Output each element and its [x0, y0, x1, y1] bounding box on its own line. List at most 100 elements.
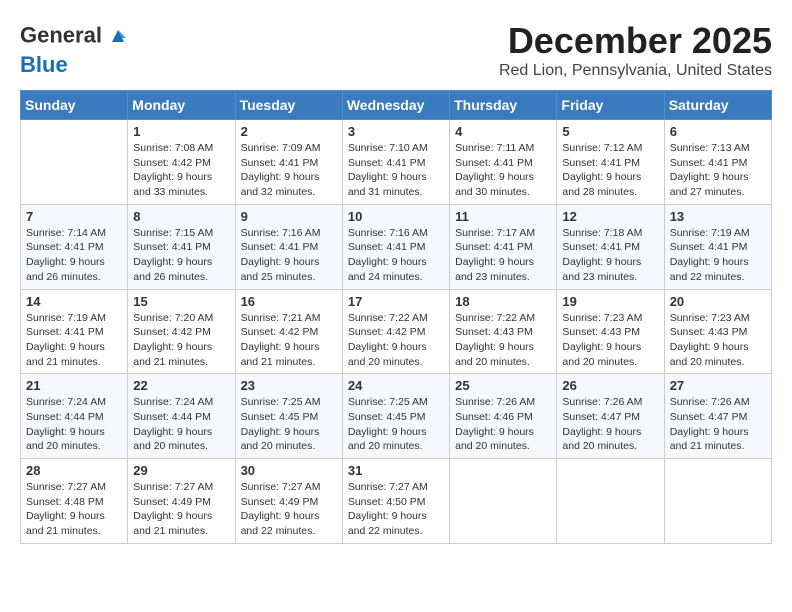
- day-number: 30: [241, 463, 337, 478]
- logo-blue: Blue: [20, 52, 68, 77]
- cell-content: Sunrise: 7:10 AMSunset: 4:41 PMDaylight:…: [348, 141, 444, 200]
- title-block: December 2025 Red Lion, Pennsylvania, Un…: [499, 20, 772, 80]
- page-header: General Blue December 2025 Red Lion, Pen…: [20, 20, 772, 80]
- weekday-header: Tuesday: [235, 91, 342, 120]
- calendar-cell: 14 Sunrise: 7:19 AMSunset: 4:41 PMDayligh…: [21, 289, 128, 374]
- cell-content: Sunrise: 7:24 AMSunset: 4:44 PMDaylight:…: [26, 395, 122, 454]
- day-number: 14: [26, 294, 122, 309]
- logo-general: General: [20, 22, 102, 47]
- day-number: 27: [670, 378, 766, 393]
- day-number: 15: [133, 294, 229, 309]
- day-number: 17: [348, 294, 444, 309]
- cell-content: Sunrise: 7:22 AMSunset: 4:43 PMDaylight:…: [455, 311, 551, 370]
- calendar-cell: 12Sunrise: 7:18 AMSunset: 4:41 PMDayligh…: [557, 204, 664, 289]
- cell-content: Sunrise: 7:14 AMSunset: 4:41 PMDaylight:…: [26, 226, 122, 285]
- cell-content: Sunrise: 7:20 AMSunset: 4:42 PMDaylight:…: [133, 311, 229, 370]
- calendar-cell: 10 Sunrise: 7:16 AMSunset: 4:41 PMDayligh…: [342, 204, 449, 289]
- cell-content: Sunrise: 7:24 AMSunset: 4:44 PMDaylight:…: [133, 395, 229, 454]
- cell-content: Sunrise: 7:11 AMSunset: 4:41 PMDaylight:…: [455, 141, 551, 200]
- day-number: 23: [241, 378, 337, 393]
- day-number: 18: [455, 294, 551, 309]
- day-number: 7: [26, 209, 122, 224]
- calendar-cell: [557, 459, 664, 544]
- day-number: 13: [670, 209, 766, 224]
- cell-content: Sunrise: 7:13 AMSunset: 4:41 PMDaylight:…: [670, 141, 766, 200]
- cell-content: Sunrise: 7:27 AMSunset: 4:48 PMDaylight:…: [26, 480, 122, 539]
- calendar-cell: 22 Sunrise: 7:24 AMSunset: 4:44 PMDayligh…: [128, 374, 235, 459]
- calendar-cell: 1 Sunrise: 7:08 AMSunset: 4:42 PMDaylight…: [128, 120, 235, 205]
- day-number: 20: [670, 294, 766, 309]
- day-number: 22: [133, 378, 229, 393]
- cell-content: Sunrise: 7:27 AMSunset: 4:50 PMDaylight:…: [348, 480, 444, 539]
- logo-icon: [104, 20, 132, 53]
- day-number: 31: [348, 463, 444, 478]
- calendar-cell: 17 Sunrise: 7:22 AMSunset: 4:42 PMDayligh…: [342, 289, 449, 374]
- cell-content: Sunrise: 7:08 AMSunset: 4:42 PMDaylight:…: [133, 141, 229, 200]
- calendar-cell: 9Sunrise: 7:16 AMSunset: 4:41 PMDaylight…: [235, 204, 342, 289]
- day-number: 26: [562, 378, 658, 393]
- calendar-cell: 15 Sunrise: 7:20 AMSunset: 4:42 PMDayligh…: [128, 289, 235, 374]
- day-number: 6: [670, 124, 766, 139]
- cell-content: Sunrise: 7:16 AMSunset: 4:41 PMDaylight:…: [348, 226, 444, 285]
- day-number: 16: [241, 294, 337, 309]
- cell-content: Sunrise: 7:16 AMSunset: 4:41 PMDaylight:…: [241, 226, 337, 285]
- calendar-cell: 25Sunrise: 7:26 AMSunset: 4:46 PMDayligh…: [450, 374, 557, 459]
- calendar-cell: 23 Sunrise: 7:25 AMSunset: 4:45 PMDayligh…: [235, 374, 342, 459]
- weekday-header: Sunday: [21, 91, 128, 120]
- calendar-cell: 7 Sunrise: 7:14 AMSunset: 4:41 PMDaylight…: [21, 204, 128, 289]
- calendar-cell: [664, 459, 771, 544]
- cell-content: Sunrise: 7:26 AMSunset: 4:47 PMDaylight:…: [670, 395, 766, 454]
- weekday-header: Friday: [557, 91, 664, 120]
- cell-content: Sunrise: 7:26 AMSunset: 4:47 PMDaylight:…: [562, 395, 658, 454]
- calendar-cell: 24Sunrise: 7:25 AMSunset: 4:45 PMDayligh…: [342, 374, 449, 459]
- calendar-cell: 30 Sunrise: 7:27 AMSunset: 4:49 PMDayligh…: [235, 459, 342, 544]
- calendar-cell: 29Sunrise: 7:27 AMSunset: 4:49 PMDayligh…: [128, 459, 235, 544]
- cell-content: Sunrise: 7:18 AMSunset: 4:41 PMDaylight:…: [562, 226, 658, 285]
- day-number: 8: [133, 209, 229, 224]
- cell-content: Sunrise: 7:15 AMSunset: 4:41 PMDaylight:…: [133, 226, 229, 285]
- day-number: 28: [26, 463, 122, 478]
- day-number: 1: [133, 124, 229, 139]
- calendar-cell: 16 Sunrise: 7:21 AMSunset: 4:42 PMDayligh…: [235, 289, 342, 374]
- weekday-header-row: SundayMondayTuesdayWednesdayThursdayFrid…: [21, 91, 772, 120]
- calendar-cell: 4Sunrise: 7:11 AMSunset: 4:41 PMDaylight…: [450, 120, 557, 205]
- weekday-header: Thursday: [450, 91, 557, 120]
- day-number: 10: [348, 209, 444, 224]
- cell-content: Sunrise: 7:12 AMSunset: 4:41 PMDaylight:…: [562, 141, 658, 200]
- calendar-cell: 8 Sunrise: 7:15 AMSunset: 4:41 PMDaylight…: [128, 204, 235, 289]
- location: Red Lion, Pennsylvania, United States: [499, 62, 772, 80]
- cell-content: Sunrise: 7:09 AMSunset: 4:41 PMDaylight:…: [241, 141, 337, 200]
- cell-content: Sunrise: 7:26 AMSunset: 4:46 PMDaylight:…: [455, 395, 551, 454]
- calendar-cell: 11Sunrise: 7:17 AMSunset: 4:41 PMDayligh…: [450, 204, 557, 289]
- calendar-cell: 21Sunrise: 7:24 AMSunset: 4:44 PMDayligh…: [21, 374, 128, 459]
- calendar-cell: 27 Sunrise: 7:26 AMSunset: 4:47 PMDayligh…: [664, 374, 771, 459]
- cell-content: Sunrise: 7:25 AMSunset: 4:45 PMDaylight:…: [241, 395, 337, 454]
- cell-content: Sunrise: 7:23 AMSunset: 4:43 PMDaylight:…: [670, 311, 766, 370]
- day-number: 3: [348, 124, 444, 139]
- cell-content: Sunrise: 7:17 AMSunset: 4:41 PMDaylight:…: [455, 226, 551, 285]
- cell-content: Sunrise: 7:19 AMSunset: 4:41 PMDaylight:…: [26, 311, 122, 370]
- cell-content: Sunrise: 7:22 AMSunset: 4:42 PMDaylight:…: [348, 311, 444, 370]
- calendar-week-row: 1 Sunrise: 7:08 AMSunset: 4:42 PMDaylight…: [21, 120, 772, 205]
- calendar-cell: 31 Sunrise: 7:27 AMSunset: 4:50 PMDayligh…: [342, 459, 449, 544]
- cell-content: Sunrise: 7:23 AMSunset: 4:43 PMDaylight:…: [562, 311, 658, 370]
- cell-content: Sunrise: 7:27 AMSunset: 4:49 PMDaylight:…: [241, 480, 337, 539]
- calendar-cell: 5Sunrise: 7:12 AMSunset: 4:41 PMDaylight…: [557, 120, 664, 205]
- calendar-week-row: 7 Sunrise: 7:14 AMSunset: 4:41 PMDaylight…: [21, 204, 772, 289]
- calendar-cell: 18 Sunrise: 7:22 AMSunset: 4:43 PMDayligh…: [450, 289, 557, 374]
- calendar-cell: 19 Sunrise: 7:23 AMSunset: 4:43 PMDayligh…: [557, 289, 664, 374]
- cell-content: Sunrise: 7:21 AMSunset: 4:42 PMDaylight:…: [241, 311, 337, 370]
- calendar-table: SundayMondayTuesdayWednesdayThursdayFrid…: [20, 90, 772, 544]
- month-title: December 2025: [499, 20, 772, 62]
- calendar-cell: 13Sunrise: 7:19 AMSunset: 4:41 PMDayligh…: [664, 204, 771, 289]
- calendar-cell: 3 Sunrise: 7:10 AMSunset: 4:41 PMDaylight…: [342, 120, 449, 205]
- cell-content: Sunrise: 7:27 AMSunset: 4:49 PMDaylight:…: [133, 480, 229, 539]
- weekday-header: Monday: [128, 91, 235, 120]
- weekday-header: Wednesday: [342, 91, 449, 120]
- logo: General Blue: [20, 20, 132, 77]
- day-number: 24: [348, 378, 444, 393]
- calendar-week-row: 21Sunrise: 7:24 AMSunset: 4:44 PMDayligh…: [21, 374, 772, 459]
- day-number: 19: [562, 294, 658, 309]
- calendar-cell: 20 Sunrise: 7:23 AMSunset: 4:43 PMDayligh…: [664, 289, 771, 374]
- calendar-cell: 2Sunrise: 7:09 AMSunset: 4:41 PMDaylight…: [235, 120, 342, 205]
